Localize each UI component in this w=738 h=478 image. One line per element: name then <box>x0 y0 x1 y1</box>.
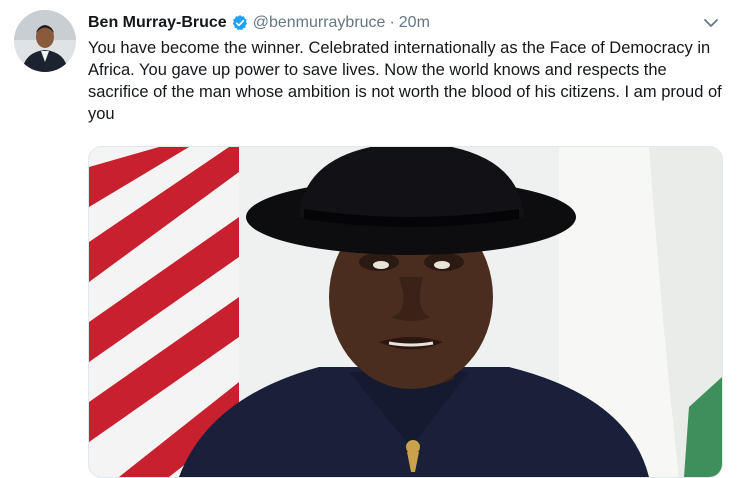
user-handle[interactable]: @benmurraybruce <box>253 14 386 32</box>
chevron-down-icon[interactable] <box>702 14 720 32</box>
tweet-media-image[interactable] <box>88 146 723 478</box>
display-name[interactable]: Ben Murray-Bruce <box>88 14 227 32</box>
tweet-header: Ben Murray-Bruce @benmurraybruce · 20m <box>88 12 698 34</box>
avatar[interactable] <box>14 10 76 72</box>
verified-badge-icon <box>231 14 249 32</box>
tweet-timestamp[interactable]: 20m <box>399 14 430 32</box>
header-separator: · <box>389 14 395 31</box>
tweet-text: You have become the winner. Celebrated i… <box>88 39 722 123</box>
